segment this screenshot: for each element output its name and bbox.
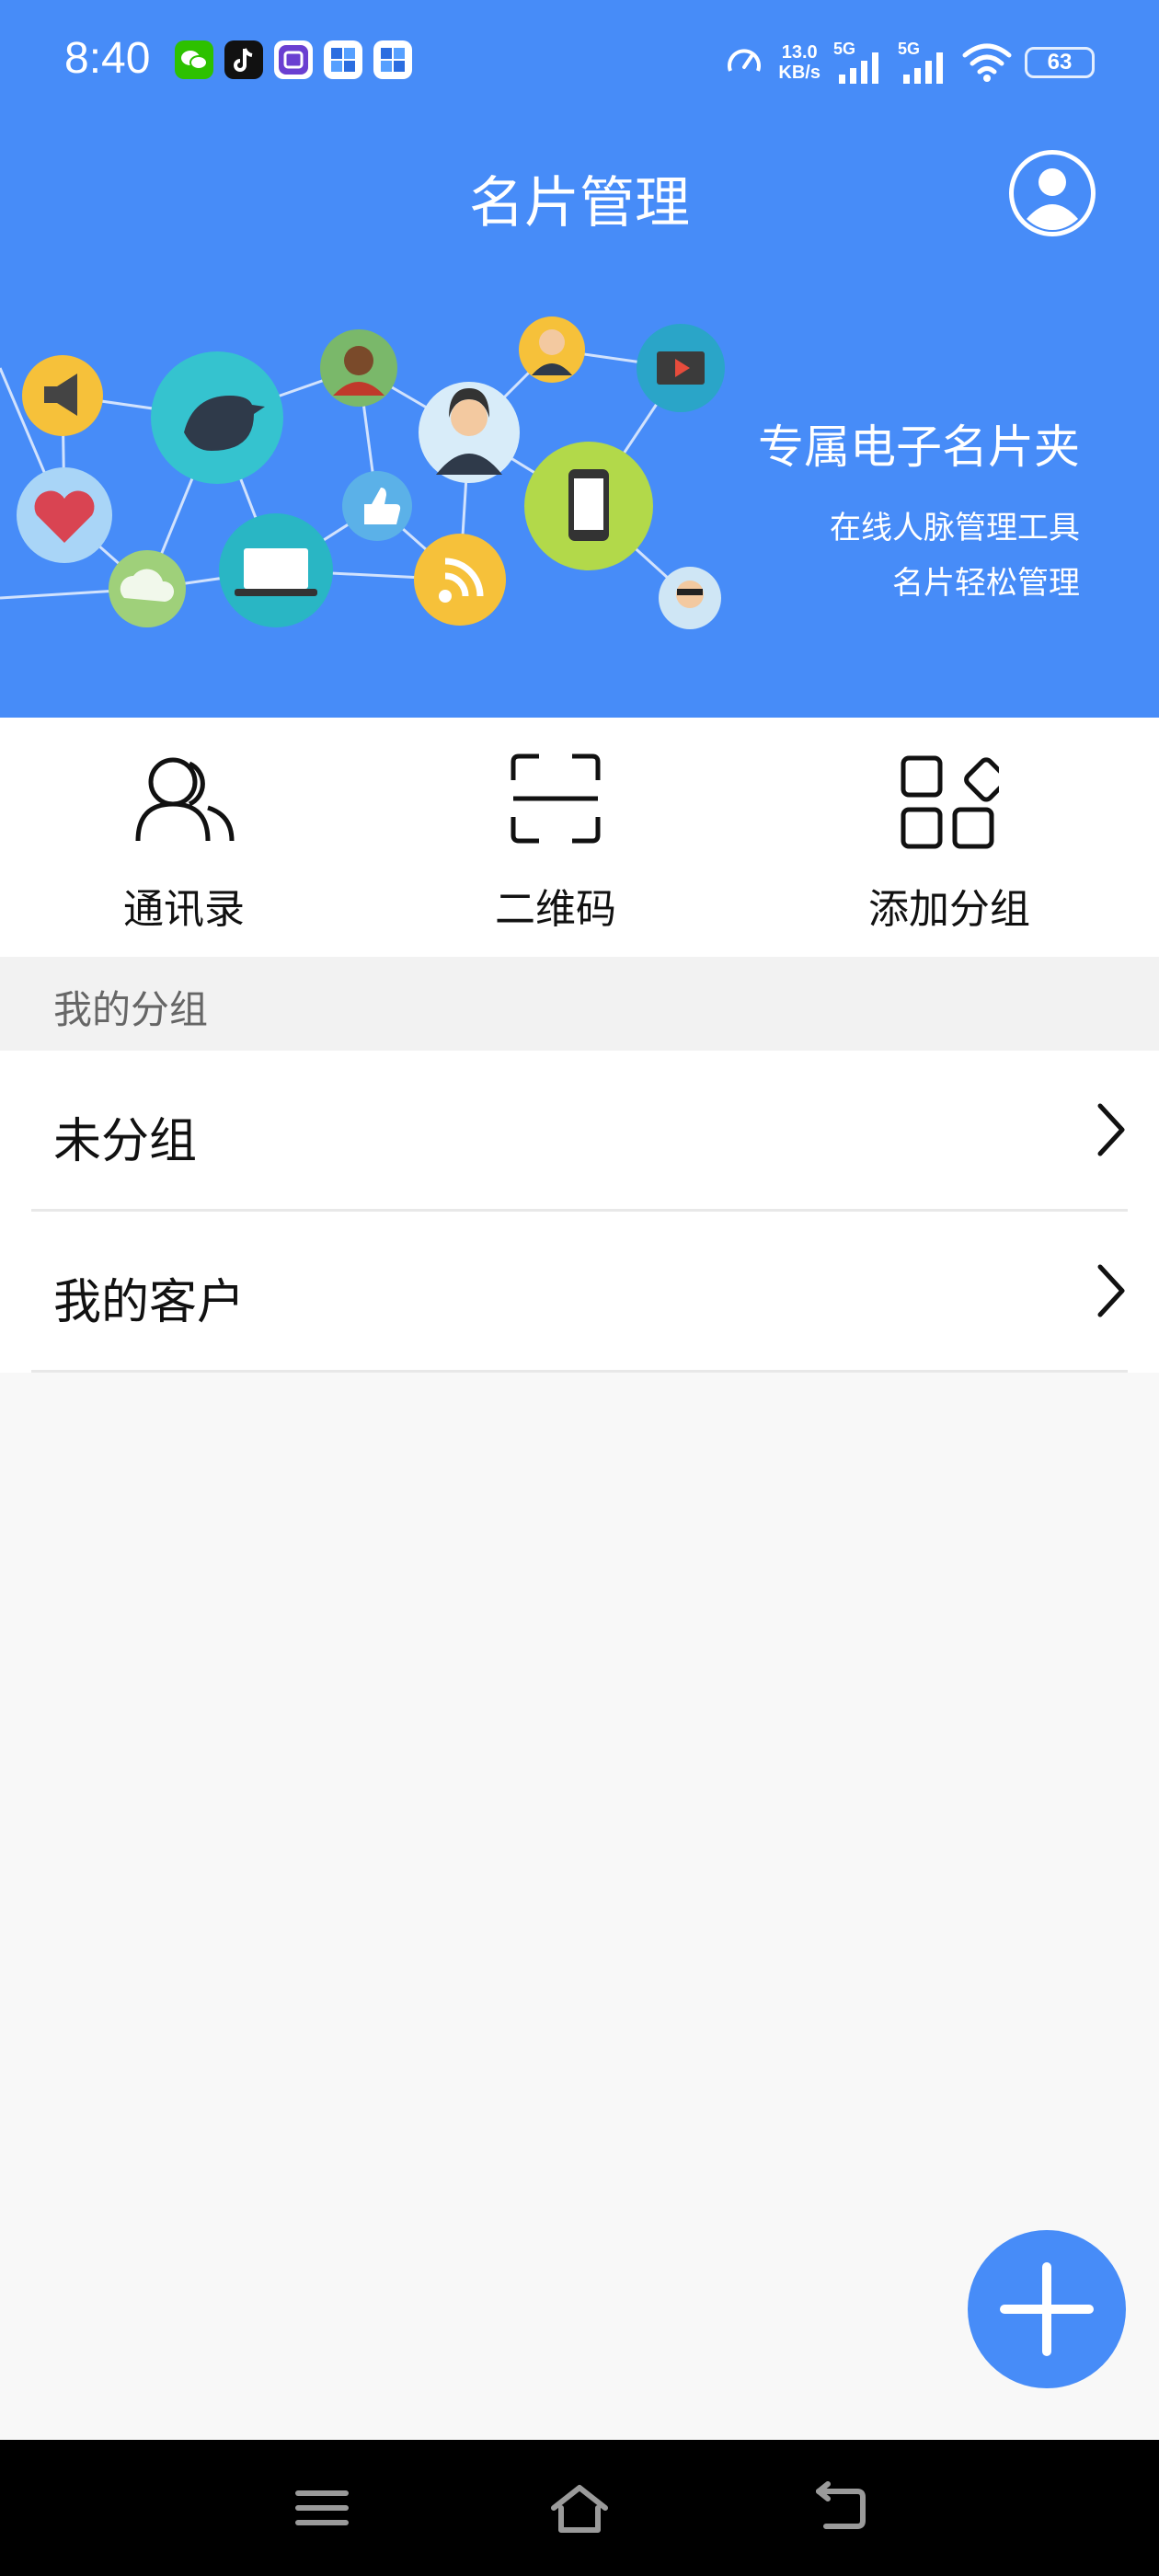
app-icon	[324, 40, 362, 79]
page-title: 名片管理	[469, 171, 690, 236]
speedometer-icon	[728, 49, 762, 72]
status-indicators: 13.0 KB/s 5G 5G 63	[723, 35, 1095, 90]
home-icon[interactable]	[548, 2480, 611, 2536]
section-header: 我的分组	[0, 957, 1159, 1051]
plus-icon	[1000, 2262, 1094, 2356]
status-time: 8:40	[64, 34, 151, 83]
menu-icon[interactable]	[293, 2480, 351, 2536]
back-icon[interactable]	[809, 2480, 868, 2536]
banner-subtitle: 在线人脉管理工具	[830, 510, 1080, 546]
add-group-shortcut[interactable]: 添加分组	[811, 718, 1087, 957]
user-avatar-button[interactable]	[1006, 147, 1098, 239]
contacts-label: 通讯录	[123, 886, 245, 933]
user-icon	[1009, 150, 1096, 236]
qr-scan-icon	[511, 753, 601, 844]
signal-icon: 5G	[898, 40, 949, 86]
battery-indicator: 63	[1025, 47, 1095, 78]
net-speed-value: 13.0	[781, 42, 818, 63]
add-group-label: 添加分组	[868, 886, 1030, 933]
chevron-right-icon	[1097, 1264, 1125, 1317]
net-speed-unit: KB/s	[778, 63, 820, 83]
header: 8:40 13.0 KB/s 5G 5G 63 名片管理 专属电子名片夹 在线人…	[0, 0, 1159, 718]
add-group-icon	[901, 755, 999, 849]
chevron-right-icon	[1097, 1103, 1125, 1156]
contacts-icon	[135, 757, 235, 842]
divider	[31, 1370, 1128, 1373]
group-label: 我的客户	[53, 1275, 246, 1330]
banner-subtitle: 名片轻松管理	[892, 565, 1080, 602]
wechat-icon	[175, 40, 213, 79]
net-speed: 13.0 KB/s	[778, 42, 820, 83]
group-list: 未分组 我的客户	[0, 1051, 1159, 1373]
battery-level: 63	[1047, 50, 1073, 75]
banner-slogan: 专属电子名片夹	[758, 420, 1080, 474]
section-title: 我的分组	[53, 987, 209, 1032]
group-item-ungrouped[interactable]: 未分组	[0, 1051, 1159, 1212]
group-label: 未分组	[53, 1114, 198, 1169]
network-illustration	[0, 316, 725, 629]
qr-code-shortcut[interactable]: 二维码	[418, 718, 694, 957]
qr-code-label: 二维码	[495, 886, 616, 933]
add-button[interactable]	[968, 2230, 1126, 2388]
wifi-icon	[962, 43, 1012, 82]
app-icon	[373, 40, 412, 79]
tie-icon	[274, 40, 313, 79]
system-nav-bar	[0, 2440, 1159, 2576]
signal-icon: 5G	[833, 40, 885, 86]
tiktok-icon	[224, 40, 263, 79]
status-bar: 8:40 13.0 KB/s 5G 5G 63	[0, 0, 1159, 125]
contacts-shortcut[interactable]: 通讯录	[46, 718, 322, 957]
group-item-my-clients[interactable]: 我的客户	[0, 1212, 1159, 1373]
shortcut-bar: 通讯录 二维码 添加分组	[0, 718, 1159, 957]
